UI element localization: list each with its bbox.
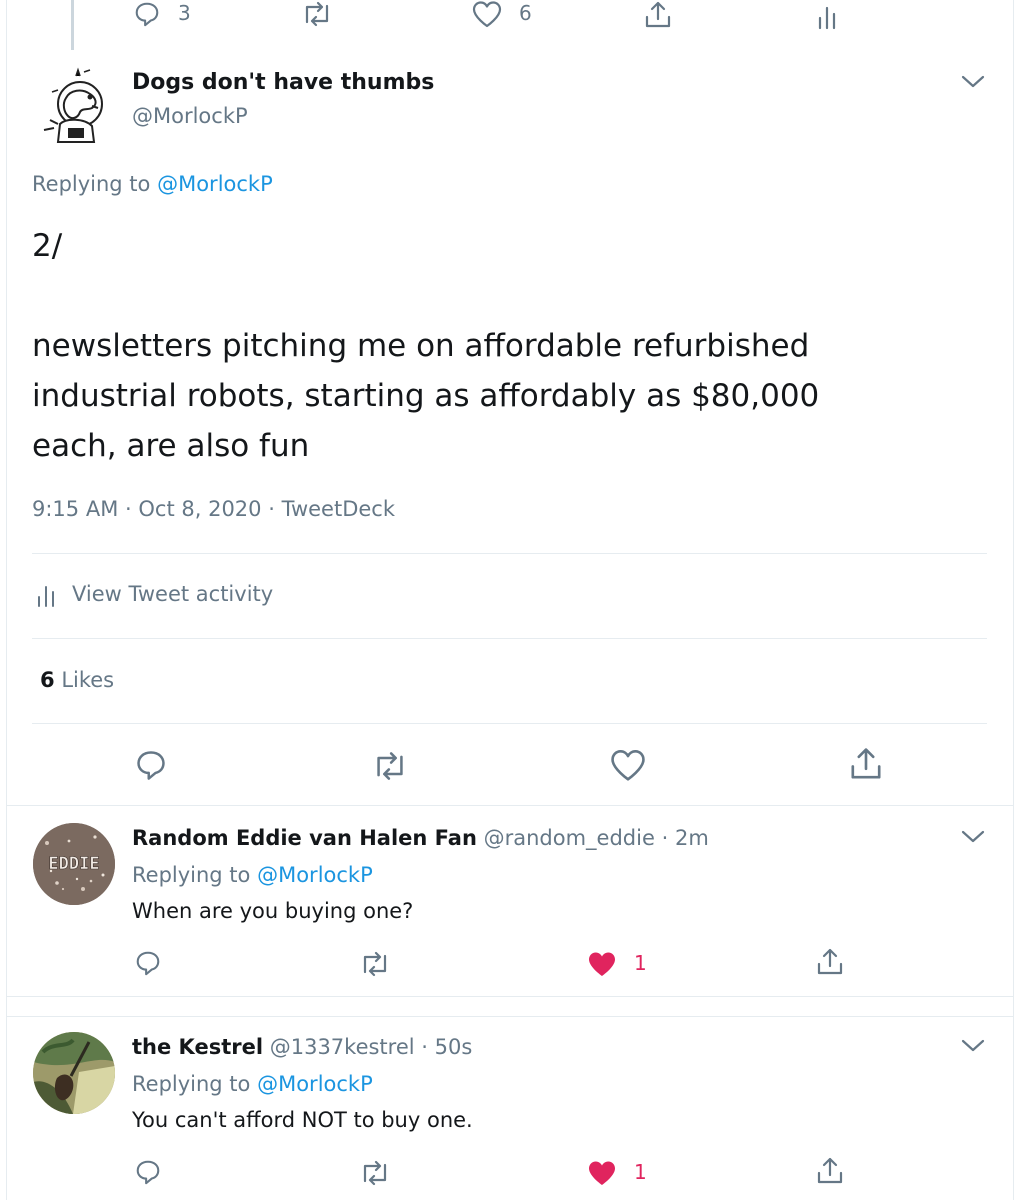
view-tweet-activity-label: View Tweet activity — [72, 582, 274, 606]
reply-icon[interactable] — [133, 1158, 163, 1186]
like-icon-filled[interactable] — [586, 950, 618, 978]
share-icon[interactable] — [848, 746, 884, 782]
tweet-text-line-2: newsletters pitching me on affordable re… — [32, 328, 810, 364]
reply-text: When are you buying one? — [132, 899, 414, 923]
dog-astronaut-avatar-image — [32, 62, 120, 150]
likes-label: Likes — [61, 668, 115, 692]
share-icon[interactable] — [643, 0, 673, 30]
reply-header: the Kestrel @1337kestrel · 50s — [132, 1035, 472, 1059]
like-count: 6 — [519, 1, 532, 25]
user-handle[interactable]: @MorlockP — [132, 104, 248, 128]
divider — [6, 996, 1014, 997]
avatar[interactable] — [32, 62, 120, 150]
divider — [32, 638, 987, 639]
reply-text: You can't afford NOT to buy one. — [132, 1108, 473, 1132]
kestrel-avatar-image — [33, 1032, 115, 1114]
retweet-icon[interactable] — [358, 1159, 392, 1187]
like-icon[interactable] — [471, 0, 503, 28]
avatar[interactable]: EDDIE — [33, 823, 115, 905]
divider — [32, 723, 987, 724]
reply-time[interactable]: 50s — [435, 1035, 473, 1059]
reply-icon[interactable] — [133, 949, 163, 977]
replying-to-label: Replying to — [132, 1072, 251, 1096]
like-count: 1 — [634, 951, 647, 975]
divider — [6, 1016, 1014, 1017]
likes-stat[interactable]: 6 Likes — [40, 668, 114, 692]
replying-to-link[interactable]: @MorlockP — [257, 863, 373, 887]
display-name[interactable]: Random Eddie van Halen Fan — [132, 826, 477, 850]
tweet-text-line-3: industrial robots, starting as affordabl… — [32, 378, 820, 414]
divider — [32, 553, 987, 554]
likes-count: 6 — [40, 668, 55, 692]
avatar[interactable] — [33, 1032, 115, 1114]
meta-separator: · — [661, 826, 669, 850]
divider — [6, 805, 1014, 806]
tweet-source[interactable]: TweetDeck — [282, 497, 395, 521]
like-count: 1 — [634, 1160, 647, 1184]
reply-header: Random Eddie van Halen Fan @random_eddie… — [132, 826, 709, 850]
eddie-avatar-image: EDDIE — [33, 823, 115, 905]
share-icon[interactable] — [815, 947, 845, 977]
replying-to-link[interactable]: @MorlockP — [257, 1072, 373, 1096]
like-icon-filled[interactable] — [586, 1159, 618, 1187]
thread-connector-line — [71, 0, 74, 50]
tweet-time[interactable]: 9:15 AM — [32, 497, 118, 521]
replying-to-label: Replying to — [132, 863, 251, 887]
display-name[interactable]: Dogs don't have thumbs — [132, 70, 434, 95]
replying-to-line: Replying to @MorlockP — [132, 863, 373, 887]
reply-count: 3 — [178, 1, 191, 25]
display-name[interactable]: the Kestrel — [132, 1035, 263, 1059]
chevron-down-icon[interactable] — [960, 1036, 986, 1060]
replying-to-label: Replying to — [32, 172, 151, 196]
retweet-icon[interactable] — [358, 950, 392, 978]
meta-separator: · — [125, 497, 132, 521]
meta-separator: · — [268, 497, 275, 521]
analytics-icon — [36, 584, 58, 608]
user-handle[interactable]: @1337kestrel — [270, 1035, 415, 1059]
tweet-text-line-4: each, are also fun — [32, 428, 310, 464]
retweet-icon[interactable] — [300, 0, 334, 28]
chevron-down-icon[interactable] — [960, 72, 986, 96]
retweet-icon[interactable] — [370, 750, 410, 782]
replying-to-link[interactable]: @MorlockP — [157, 172, 273, 196]
user-handle[interactable]: @random_eddie — [484, 826, 655, 850]
like-icon[interactable] — [609, 748, 647, 782]
share-icon[interactable] — [815, 1156, 845, 1186]
replying-to-line: Replying to @MorlockP — [32, 172, 273, 196]
analytics-icon[interactable] — [816, 4, 840, 30]
reply-icon[interactable] — [132, 0, 162, 28]
reply-time[interactable]: 2m — [675, 826, 709, 850]
tweet-text-line-1: 2/ — [32, 228, 63, 264]
tweet-date[interactable]: Oct 8, 2020 — [138, 497, 261, 521]
avatar-logo-text: EDDIE — [48, 854, 99, 874]
chevron-down-icon[interactable] — [960, 827, 986, 851]
reply-icon[interactable] — [133, 748, 169, 782]
replying-to-line: Replying to @MorlockP — [132, 1072, 373, 1096]
meta-separator: · — [421, 1035, 428, 1059]
tweet-meta: 9:15 AM · Oct 8, 2020 · TweetDeck — [32, 497, 395, 521]
